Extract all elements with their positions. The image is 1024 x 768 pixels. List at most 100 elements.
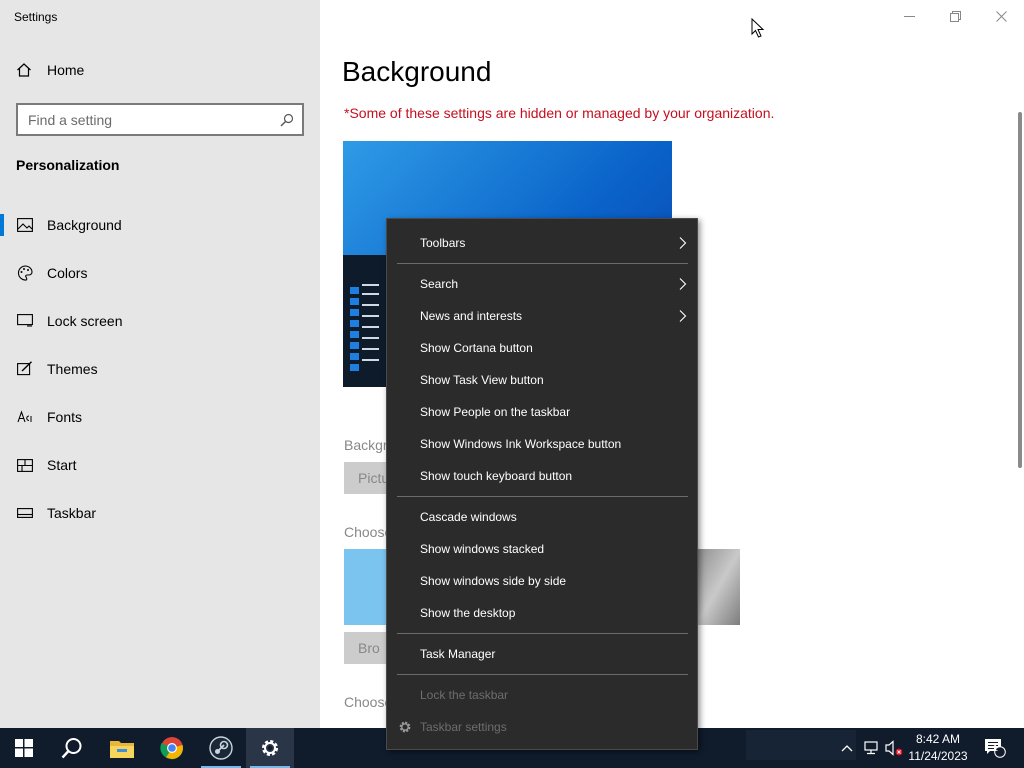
clock[interactable]: 8:42 AM 11/24/2023	[903, 731, 973, 765]
taskbar-icon	[17, 505, 33, 521]
menu-item-label: Task Manager	[420, 647, 496, 661]
home-link[interactable]: Home	[16, 62, 84, 78]
restore-button[interactable]	[932, 0, 978, 32]
menu-item-show-touch-keyboard[interactable]: Show touch keyboard button	[387, 460, 697, 492]
close-icon	[995, 10, 1007, 22]
sidebar-item-start[interactable]: Start	[0, 445, 320, 485]
window-controls	[886, 0, 1024, 32]
file-explorer-button[interactable]	[98, 728, 146, 768]
sidebar-item-lock-screen[interactable]: Lock screen	[0, 301, 320, 341]
menu-item-label: News and interests	[420, 309, 523, 323]
font-icon	[17, 409, 33, 425]
chrome-button[interactable]	[148, 728, 196, 768]
sidebar-item-colors[interactable]: Colors	[0, 253, 320, 293]
menu-item-show-people[interactable]: Show People on the taskbar	[387, 396, 697, 428]
sidebar-item-background[interactable]: Background	[0, 205, 320, 245]
menu-item-label: Show windows side by side	[420, 574, 567, 588]
chevron-right-icon	[679, 310, 687, 322]
menu-item-label: Toolbars	[420, 236, 466, 250]
search-placeholder: Find a setting	[28, 112, 113, 128]
windows-start-icon	[15, 739, 33, 757]
steam-button[interactable]	[197, 728, 245, 768]
sidebar-item-fonts[interactable]: Fonts	[0, 397, 320, 437]
sidebar-item-label: Themes	[47, 361, 98, 377]
clock-date: 11/24/2023	[908, 749, 968, 763]
sidebar-item-label: Fonts	[47, 409, 83, 425]
menu-item-show-ink-workspace[interactable]: Show Windows Ink Workspace button	[387, 428, 697, 460]
menu-item-label: Show windows stacked	[420, 542, 545, 556]
menu-item-label: Cascade windows	[420, 510, 517, 524]
minimize-icon	[903, 15, 915, 17]
managed-warning: *Some of these settings are hidden or ma…	[344, 105, 775, 121]
settings-icon	[262, 740, 278, 756]
preview-start-menu	[343, 255, 388, 387]
search-icon	[280, 113, 294, 127]
menu-item-task-manager[interactable]: Task Manager	[387, 638, 697, 670]
search-button[interactable]	[48, 728, 96, 768]
menu-item-show-task-view-button[interactable]: Show Task View button	[387, 364, 697, 396]
home-label: Home	[47, 62, 85, 78]
notification-count: 1	[993, 743, 999, 753]
section-title: Personalization	[16, 157, 120, 173]
menu-item-label: Show Task View button	[420, 373, 544, 387]
menu-item-cascade-windows[interactable]: Cascade windows	[387, 501, 697, 533]
minimize-button[interactable]	[886, 0, 932, 32]
network-icon	[864, 741, 878, 755]
menu-item-show-cortana-button[interactable]: Show Cortana button	[387, 332, 697, 364]
home-icon	[17, 63, 31, 77]
menu-item-label: Show People on the taskbar	[420, 405, 571, 419]
sidebar: Settings Home Find a setting Personaliza…	[0, 0, 320, 728]
taskbar-context-menu: Toolbars Search News and interests Show …	[386, 218, 698, 750]
sidebar-item-label: Lock screen	[47, 313, 123, 329]
menu-separator	[397, 633, 688, 634]
menu-item-taskbar-settings[interactable]: Taskbar settings	[387, 711, 697, 743]
menu-item-label: Show touch keyboard button	[420, 469, 573, 483]
clock-time: 8:42 AM	[915, 732, 961, 746]
volume-button[interactable]	[883, 728, 905, 768]
menu-separator	[397, 674, 688, 675]
brush-icon	[17, 361, 33, 377]
scrollbar[interactable]	[1018, 112, 1022, 468]
gear-icon	[399, 721, 411, 733]
menu-item-lock-taskbar[interactable]: Lock the taskbar	[387, 679, 697, 711]
mouse-cursor-icon	[751, 18, 765, 38]
menu-item-windows-stacked[interactable]: Show windows stacked	[387, 533, 697, 565]
chevron-right-icon	[679, 237, 687, 249]
picture-thumbnail[interactable]	[697, 549, 740, 625]
palette-icon	[17, 265, 33, 281]
steam-icon	[209, 736, 233, 760]
network-button[interactable]	[860, 728, 882, 768]
sidebar-item-themes[interactable]: Themes	[0, 349, 320, 389]
sidebar-item-label: Start	[47, 457, 77, 473]
close-button[interactable]	[978, 0, 1024, 32]
search-input[interactable]: Find a setting	[16, 103, 304, 136]
menu-item-news-and-interests[interactable]: News and interests	[387, 300, 697, 332]
menu-item-label: Show the desktop	[420, 606, 516, 620]
picture-icon	[17, 217, 33, 233]
window-title: Settings	[14, 10, 58, 24]
menu-item-search[interactable]: Search	[387, 268, 697, 300]
menu-item-label: Lock the taskbar	[420, 688, 509, 702]
sidebar-item-label: Background	[47, 217, 122, 233]
menu-separator	[397, 263, 688, 264]
action-center-button[interactable]: 1	[980, 728, 1010, 768]
restore-icon	[949, 10, 961, 22]
start-button[interactable]	[0, 728, 48, 768]
chevron-right-icon	[679, 278, 687, 290]
file-explorer-icon	[110, 741, 134, 758]
start-icon	[17, 457, 33, 473]
sidebar-item-taskbar[interactable]: Taskbar	[0, 493, 320, 533]
menu-item-windows-side-by-side[interactable]: Show windows side by side	[387, 565, 697, 597]
show-hidden-icons-button[interactable]	[836, 728, 858, 768]
menu-item-label: Search	[420, 277, 459, 291]
chrome-icon	[160, 737, 184, 760]
volume-muted-icon	[885, 740, 903, 756]
menu-item-label: Show Cortana button	[420, 341, 533, 355]
menu-item-label: Show Windows Ink Workspace button	[420, 437, 622, 451]
menu-separator	[397, 496, 688, 497]
menu-item-show-desktop[interactable]: Show the desktop	[387, 597, 697, 629]
background-label: Backgr	[344, 437, 388, 453]
menu-item-toolbars[interactable]: Toolbars	[387, 227, 697, 259]
lock-screen-icon	[17, 313, 33, 329]
settings-button[interactable]	[246, 728, 294, 768]
